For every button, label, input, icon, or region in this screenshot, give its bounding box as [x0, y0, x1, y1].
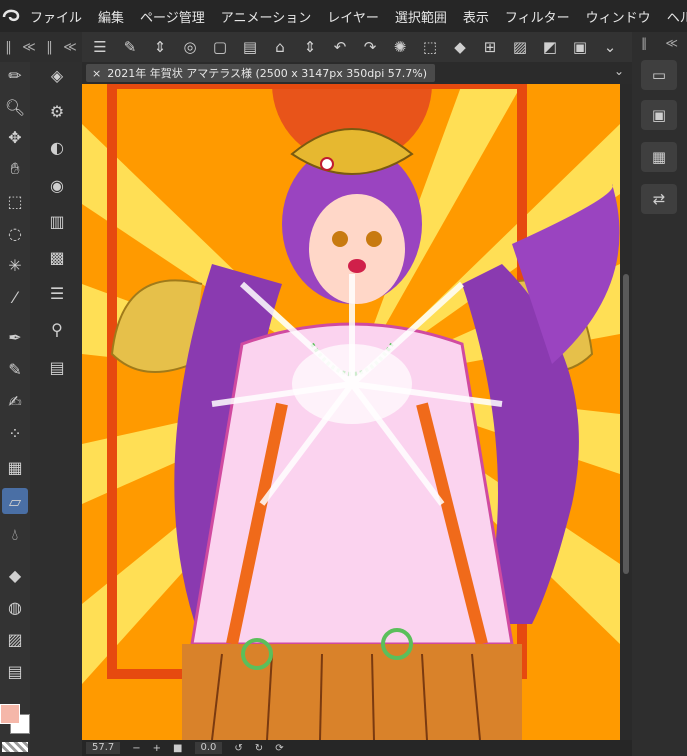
lasso-icon[interactable]: ◌ — [2, 220, 28, 246]
layer-panel-icon[interactable]: ▭ — [641, 60, 677, 90]
rotate-left-icon[interactable]: ↺ — [234, 743, 242, 754]
menu-view[interactable]: 表示 — [455, 7, 497, 26]
stop-icon[interactable]: ■ — [173, 743, 182, 754]
panel-grip-icon: ‖ — [46, 39, 53, 55]
eraser-icon[interactable]: ▱ — [2, 488, 28, 514]
menu-animation[interactable]: アニメーション — [213, 7, 319, 26]
collapse-right-button[interactable]: ≪ — [665, 36, 678, 50]
app-logo-icon[interactable] — [0, 0, 22, 32]
gradient-icon[interactable]: ▨ — [2, 626, 28, 652]
scrollbar-thumb[interactable] — [623, 274, 629, 574]
collapse-left-button-2[interactable]: ≪ — [63, 40, 77, 55]
collapse-left-button[interactable]: ≪ — [22, 40, 36, 55]
zoom-value[interactable]: 57.7 — [86, 742, 121, 754]
sub-tool-palette: ◈ ⚙ ◐ ◉ ▥ ▩ ☰ ⚲ ▤ — [30, 62, 82, 756]
airbrush-icon[interactable]: ✍ — [2, 388, 28, 414]
menu-edit[interactable]: 編集 — [90, 7, 132, 26]
history-panel-icon[interactable]: ⇄ — [641, 184, 677, 214]
hatch-icon[interactable]: ▦ — [2, 454, 28, 480]
hand-icon[interactable]: ✋︎ — [2, 156, 28, 182]
fill-settings-icon[interactable]: ⚙ — [44, 98, 70, 124]
fill-tool-icon[interactable]: ◈ — [44, 62, 70, 88]
magic-wand-icon[interactable]: ✳ — [2, 252, 28, 278]
animation-icon[interactable]: ▥ — [44, 208, 70, 234]
material-panel-icon[interactable]: ▦ — [641, 142, 677, 172]
undo-icon[interactable]: ↶ — [330, 37, 350, 57]
invert-icon[interactable]: ◩ — [540, 37, 560, 57]
menu-bar: ファイル 編集 ページ管理 アニメーション レイヤー 選択範囲 表示 フィルター… — [0, 0, 687, 32]
blend-icon[interactable]: 💧︎ — [2, 522, 28, 548]
status-bar: 57.7 − + ■ 0.0 ↺ ↻ ⟳ — [82, 740, 632, 756]
command-bar: ☰ ✎ ⇕ ◎ ▢ ▤ ⌂ ⇕ ↶ ↷ ✺ ⬚ ◆ ⊞ ▨ ◩ ▣ ⌄ — [82, 32, 632, 62]
reset-rotation-icon[interactable]: ⟳ — [275, 743, 283, 754]
fill-selection-icon[interactable]: ◆ — [450, 37, 470, 57]
main-color-swatch[interactable] — [0, 704, 20, 724]
figure-icon[interactable]: ◍ — [2, 594, 28, 620]
tool-palette: ✏ 🔍︎ ✥ ✋︎ ⬚ ◌ ✳ ⁄ ✒ ✎ ✍ ⁘ ▦ ▱ 💧︎ ◆ ◍ ▨ ▤ — [0, 62, 30, 702]
zoom-icon[interactable]: 🔍︎ — [2, 94, 28, 120]
menu-file[interactable]: ファイル — [22, 7, 90, 26]
menu-icon[interactable]: ☰ — [90, 37, 110, 57]
vertical-scrollbar[interactable] — [620, 84, 632, 740]
frame-icon[interactable]: ▣ — [570, 37, 590, 57]
document-title: 2021年 年賀状 アマテラス様 (2500 x 3147px 350dpi 5… — [107, 67, 428, 80]
panel-grip-icon: ‖ — [5, 39, 12, 55]
brush-icon[interactable]: ✏ — [2, 62, 28, 88]
crop-icon[interactable]: ⊞ — [480, 37, 500, 57]
pen-icon[interactable]: ✒ — [2, 324, 28, 350]
chevron-down-icon[interactable]: ⌄ — [614, 64, 624, 78]
left-panel-header: ‖ ≪ ‖ ≪ — [0, 32, 82, 62]
document-tab[interactable]: × 2021年 年賀状 アマテラス様 (2500 x 3147px 350dpi… — [86, 64, 436, 82]
new-file-icon[interactable]: ▢ — [210, 37, 230, 57]
transparent-color-swatch[interactable] — [2, 742, 28, 752]
right-panel-dock: ▭ ▣ ▦ ⇄ — [632, 54, 687, 756]
layers-icon[interactable]: ☰ — [44, 280, 70, 306]
menu-window[interactable]: ウィンドウ — [578, 7, 659, 26]
color-swatches — [0, 702, 30, 756]
deselect-icon[interactable]: ⬚ — [420, 37, 440, 57]
fill-icon[interactable]: ◆ — [2, 562, 28, 588]
move-icon[interactable]: ✥ — [2, 124, 28, 150]
menu-layer[interactable]: レイヤー — [319, 7, 387, 26]
transform-icon[interactable]: ⬚ — [2, 188, 28, 214]
eyedropper-icon[interactable]: ⁄ — [2, 284, 28, 310]
rotate-right-icon[interactable]: ↻ — [255, 743, 263, 754]
rotation-value[interactable]: 0.0 — [194, 742, 223, 754]
spiral-icon[interactable]: ◎ — [180, 37, 200, 57]
pencil-icon[interactable]: ✎ — [2, 356, 28, 382]
edit-layer-icon[interactable]: ✎ — [120, 37, 140, 57]
decoration-icon[interactable]: ⁘ — [2, 420, 28, 446]
save-icon[interactable]: ⌂ — [270, 37, 290, 57]
open-folder-icon[interactable]: ▤ — [240, 37, 260, 57]
zoom-out-button[interactable]: − — [132, 743, 140, 754]
fill-reference-icon[interactable]: ◐ — [44, 134, 70, 160]
document-tab-bar: × 2021年 年賀状 アマテラス様 (2500 x 3147px 350dpi… — [82, 62, 632, 84]
layer-search-icon[interactable]: ⚲ — [44, 316, 70, 342]
layer-property-icon[interactable]: ◉ — [44, 172, 70, 198]
zoom-in-button[interactable]: + — [153, 743, 161, 754]
chevron-down-icon[interactable]: ⌄ — [600, 37, 620, 57]
close-icon[interactable]: × — [92, 67, 101, 80]
menu-page[interactable]: ページ管理 — [132, 7, 213, 26]
redo-icon[interactable]: ↷ — [360, 37, 380, 57]
updown-icon-2[interactable]: ⇕ — [300, 37, 320, 57]
hatch-icon[interactable]: ▨ — [510, 37, 530, 57]
material-icon[interactable]: ▩ — [44, 244, 70, 270]
navigator-panel-icon[interactable]: ▣ — [641, 100, 677, 130]
loading-icon[interactable]: ✺ — [390, 37, 410, 57]
menu-filter[interactable]: フィルター — [497, 7, 578, 26]
menu-selection[interactable]: 選択範囲 — [387, 7, 455, 26]
updown-icon[interactable]: ⇕ — [150, 37, 170, 57]
artwork-canvas[interactable] — [82, 84, 620, 740]
panel-grip-icon: ‖ — [641, 36, 648, 50]
menu-help[interactable]: ヘル — [659, 7, 687, 26]
frame-icon[interactable]: ▤ — [2, 658, 28, 684]
right-panel-header: ‖ ≪ — [632, 32, 687, 54]
canvas-area[interactable] — [82, 84, 620, 740]
timeline-icon[interactable]: ▤ — [44, 354, 70, 380]
